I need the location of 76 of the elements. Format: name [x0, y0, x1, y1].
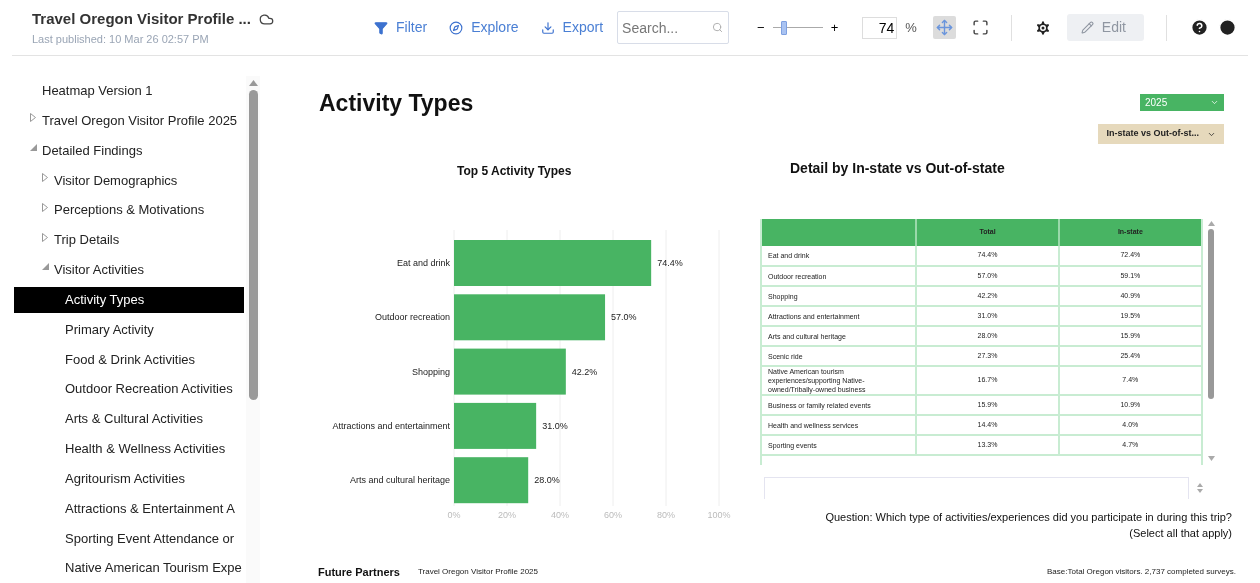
tree-item[interactable]: Agritourism Activities [14, 465, 245, 492]
value-label: 74.4% [657, 258, 683, 268]
tree-item[interactable]: Native American Tourism Expe [14, 555, 245, 582]
collapsed-triangle-icon[interactable] [42, 232, 48, 242]
scroll-up-arrow-icon[interactable] [248, 80, 258, 86]
tick-label: 60% [604, 510, 622, 520]
page-title: Activity Types [319, 89, 474, 118]
scroll-up-arrow-icon[interactable] [1207, 221, 1215, 226]
spinner-icon[interactable] [1197, 483, 1203, 493]
expanded-triangle-icon[interactable] [42, 263, 49, 271]
toolbar-button[interactable]: Filter [374, 17, 428, 38]
tick-label: 80% [657, 510, 675, 520]
base-note-text: Base:Total Oregon visitors. 2,737 completed surveys. [1047, 565, 1236, 578]
scroll-down-arrow-icon[interactable] [1207, 456, 1215, 461]
slider-thumb[interactable] [781, 20, 788, 35]
category-label: Shopping [411, 366, 450, 377]
expanded-triangle-icon[interactable] [30, 144, 37, 152]
category-label: Outdoor recreation [374, 312, 450, 323]
search-field[interactable]: Search... [617, 11, 730, 44]
tree-item[interactable]: Food & Drink Activities [14, 346, 245, 373]
last-published-text: Last published: 10 Mar 26 02:57 PM [32, 31, 210, 47]
tree-item[interactable]: Attractions & Entertainment A [14, 495, 245, 522]
tree-item[interactable]: Perceptions & Motivations [14, 197, 245, 224]
tick-label: 20% [498, 510, 516, 520]
segment-dropdown[interactable]: In-state vs Out-of-st... [1098, 124, 1224, 144]
zoom-in-button[interactable]: + [830, 17, 839, 38]
category-label: Attractions and entertainment [332, 420, 450, 431]
category-label: Eat and drink [396, 258, 450, 268]
search-icon [712, 22, 724, 33]
zoom-slider[interactable] [772, 19, 823, 36]
tick-label: 100% [707, 510, 731, 520]
collapsed-triangle-icon[interactable] [42, 202, 48, 212]
tree-item[interactable]: Primary Activity [14, 316, 245, 343]
tree-item[interactable]: Outdoor Recreation Activities [14, 376, 245, 403]
toolbar-button[interactable]: Export [540, 17, 604, 38]
value-label: 42.2% [571, 366, 598, 377]
percent-sign: % [905, 18, 917, 37]
category-label: Arts and cultural heritage [349, 475, 450, 486]
collapsed-triangle-icon[interactable] [30, 113, 36, 123]
zoom-out-button[interactable]: − [757, 17, 765, 38]
scrollbar-thumb[interactable] [1208, 229, 1214, 399]
table-title: Detail by In-state vs Out-of-state [790, 159, 1006, 178]
chart-title: Top 5 Activity Types [457, 163, 572, 180]
toolbar-button[interactable]: Explore [449, 17, 519, 38]
tree-item[interactable]: Visitor Demographics [14, 167, 245, 194]
filter-icon [374, 20, 388, 35]
zoom-field[interactable]: 74 [862, 16, 898, 39]
pencil-icon [1080, 21, 1094, 34]
tree-item[interactable]: Arts & Cultural Activities [14, 406, 245, 432]
tick-label: 40% [551, 510, 569, 520]
tick-label: 0% [447, 510, 461, 520]
question-text: Question: Which type of activities/experiences did you participate in during this trip? [825, 510, 1232, 525]
tree-item[interactable]: Detailed Findings [14, 137, 245, 164]
tree-item[interactable]: Sporting Event Attendance or [14, 525, 245, 552]
question-text: (Select all that apply) [1129, 526, 1232, 541]
value-label: 57.0% [611, 312, 637, 323]
tree-item[interactable]: Health & Wellness Activities [14, 435, 245, 462]
scrollbar-thumb[interactable] [248, 90, 258, 400]
fit-to-page-button[interactable] [932, 16, 956, 39]
cloud-icon[interactable] [258, 11, 274, 27]
value-label: 31.0% [542, 420, 568, 431]
tree-item[interactable]: Activity Types [14, 286, 245, 313]
fullscreen-icon[interactable] [971, 19, 989, 36]
download-icon [540, 20, 555, 35]
help-icon[interactable] [1189, 18, 1209, 37]
compass-icon [449, 20, 464, 35]
tree-item[interactable]: Heatmap Version 1 [14, 78, 245, 104]
report-title: Travel Oregon Visitor Profile ... [32, 9, 251, 29]
report-name-text: Travel Oregon Visitor Profile 2025 [417, 565, 538, 578]
chevron-down-icon [1210, 98, 1219, 107]
tree-item[interactable]: Trip Details [14, 227, 245, 253]
collapsed-triangle-icon[interactable] [42, 172, 48, 182]
tree-item[interactable]: Visitor Activities [14, 256, 245, 283]
value-label: 28.0% [534, 475, 560, 486]
tree-item[interactable]: Travel Oregon Visitor Profile 2025 [14, 107, 245, 134]
brand-logo-text: Future Partners [318, 564, 400, 580]
